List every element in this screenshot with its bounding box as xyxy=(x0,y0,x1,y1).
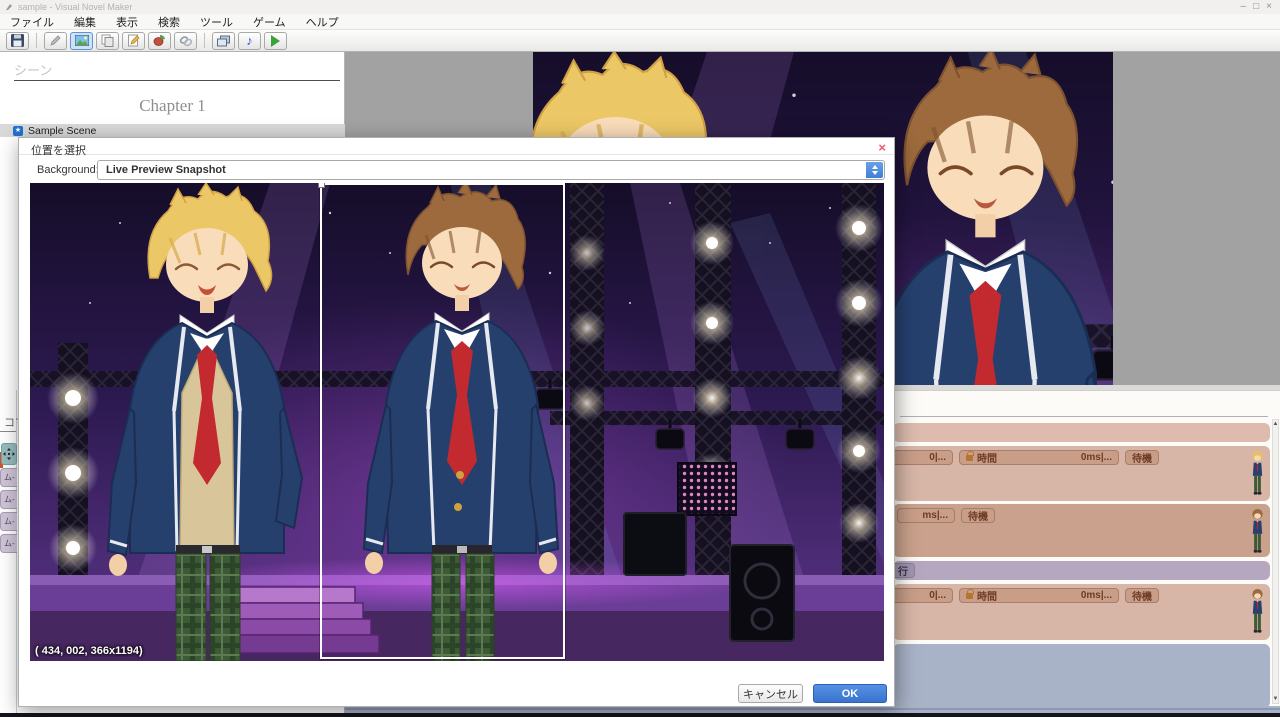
menu-view[interactable]: 表示 xyxy=(106,14,148,30)
divider xyxy=(0,431,16,432)
music-note-icon: ♪ xyxy=(246,32,253,48)
windows-icon xyxy=(217,35,230,46)
music-button[interactable]: ♪ xyxy=(238,31,261,50)
time-chip[interactable]: ms|... xyxy=(897,508,955,523)
command-panel-header: コマ xyxy=(4,417,18,429)
wait-chip[interactable]: 待機 xyxy=(1125,588,1159,603)
bookmark-icon: ★ xyxy=(13,125,23,136)
scroll-up-icon[interactable]: ▲ xyxy=(1273,421,1279,427)
divider xyxy=(345,708,1280,710)
dialog-close-button[interactable]: × xyxy=(878,140,886,155)
menu-file[interactable]: ファイル xyxy=(0,14,64,30)
wait-chip[interactable]: 待機 xyxy=(1125,450,1159,465)
menu-game[interactable]: ゲーム xyxy=(243,14,296,30)
play-icon xyxy=(271,34,280,47)
command-card-wait[interactable]: 0|... 時間 0ms|... 待機 xyxy=(867,584,1270,640)
script-tool-button[interactable] xyxy=(122,31,145,50)
menu-search[interactable]: 検索 xyxy=(148,14,190,30)
plugin-tool-button[interactable] xyxy=(148,31,171,50)
window-bottom-edge xyxy=(0,713,1280,717)
divider xyxy=(14,80,340,81)
scene-panel-header: シーン xyxy=(14,63,53,78)
toolbar: ♪ xyxy=(0,30,1280,52)
menu-bar: ファイル 編集 表示 検索 ツール ゲーム ヘルプ xyxy=(0,14,1280,30)
ok-button[interactable]: OK xyxy=(813,684,887,703)
pencil-icon xyxy=(50,35,61,46)
link-icon xyxy=(179,35,192,46)
background-select[interactable]: Live Preview Snapshot xyxy=(97,160,885,180)
menu-edit[interactable]: 編集 xyxy=(64,14,106,30)
lock-icon xyxy=(966,588,974,599)
combo-spinner-icon[interactable] xyxy=(866,162,883,178)
time-chip-value: 0ms|... xyxy=(1080,452,1112,463)
command-card-collapsed[interactable] xyxy=(893,423,1270,442)
image-tool-button[interactable] xyxy=(70,31,93,50)
copy-tool-button[interactable] xyxy=(96,31,119,50)
script-icon xyxy=(128,34,140,47)
position-preview-canvas[interactable]: ( 434, 002, 366x1194) xyxy=(30,183,884,661)
select-position-dialog: 位置を選択 × Background: Live Preview Snapsho… xyxy=(18,137,895,707)
background-label: Background: xyxy=(37,164,99,176)
move-tool-button[interactable] xyxy=(1,443,17,465)
command-card-blue[interactable] xyxy=(893,644,1270,708)
menu-help[interactable]: ヘルプ xyxy=(296,14,349,30)
move-arrows-icon xyxy=(3,448,15,460)
move-command-item[interactable]: ム- xyxy=(0,490,17,509)
link-tool-button[interactable] xyxy=(174,31,197,50)
pencil-tool-button[interactable] xyxy=(44,31,67,50)
chapter-heading: Chapter 1 xyxy=(139,96,206,115)
title-bar: sample - Visual Novel Maker – □ × xyxy=(0,0,1280,14)
resize-handle[interactable] xyxy=(318,183,325,188)
time-chip-value: 0ms|... xyxy=(1080,590,1112,601)
dialog-header: 位置を選択 × xyxy=(19,138,894,157)
wait-chip[interactable]: 待機 xyxy=(961,508,995,523)
scene-list-item[interactable]: ★ Sample Scene xyxy=(0,124,345,137)
command-card-partial[interactable]: 行 xyxy=(887,561,1270,580)
close-button[interactable]: × xyxy=(1266,2,1272,12)
save-button[interactable] xyxy=(6,31,29,50)
plugin-icon xyxy=(153,35,165,46)
window-title: sample - Visual Novel Maker xyxy=(18,2,133,12)
scene-item-label: Sample Scene xyxy=(28,124,97,137)
move-command-item[interactable]: ム- xyxy=(0,512,17,531)
move-command-item[interactable]: ム- xyxy=(0,468,17,487)
save-icon xyxy=(11,34,24,47)
cancel-button[interactable]: キャンセル xyxy=(738,684,803,703)
character-thumbnail-brown xyxy=(1250,587,1265,635)
minimize-button[interactable]: – xyxy=(1241,2,1247,12)
windows-button[interactable] xyxy=(212,31,235,50)
app-icon xyxy=(6,4,12,10)
time-chip-label: 時間 xyxy=(977,592,997,603)
time-chip[interactable]: 時間 0ms|... xyxy=(959,450,1119,465)
menu-tools[interactable]: ツール xyxy=(190,14,243,30)
selection-rectangle[interactable] xyxy=(318,183,565,659)
command-card-wait[interactable]: 0|... 時間 0ms|... 待機 xyxy=(867,446,1270,501)
character-thumbnail-blond xyxy=(1250,449,1265,497)
command-card-wait[interactable]: ms|... 待機 xyxy=(893,504,1270,557)
timeline-scrollbar[interactable]: ▲ ▼ xyxy=(1272,419,1279,704)
selection-readout: ( 434, 002, 366x1194) xyxy=(35,645,143,657)
app-window: sample - Visual Novel Maker – □ × ファイル 編… xyxy=(0,0,1280,717)
scroll-down-icon[interactable]: ▼ xyxy=(1273,696,1279,702)
background-select-value: Live Preview Snapshot xyxy=(106,164,226,176)
panel-bottom-strip xyxy=(345,706,1280,713)
lock-icon xyxy=(966,450,974,461)
time-chip[interactable]: 時間 0ms|... xyxy=(959,588,1119,603)
dialog-title: 位置を選択 xyxy=(31,145,86,157)
toolbar-separator xyxy=(204,33,205,48)
copy-icon xyxy=(101,34,114,47)
character-thumbnail-brown xyxy=(1250,507,1265,555)
maximize-button[interactable]: □ xyxy=(1253,2,1259,12)
time-chip-label: 時間 xyxy=(977,454,997,465)
move-command-item[interactable]: ム- xyxy=(0,534,17,553)
play-button[interactable] xyxy=(264,31,287,50)
image-icon xyxy=(74,35,89,46)
toolbar-separator xyxy=(36,33,37,48)
